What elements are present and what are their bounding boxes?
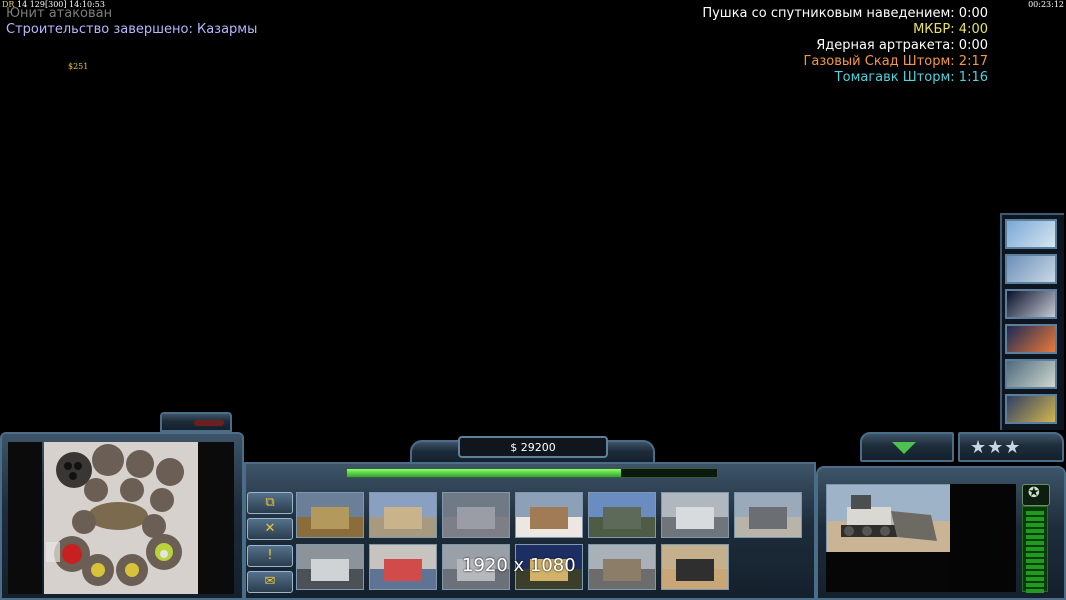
build-command-center-button[interactable] [296, 492, 364, 538]
alert-button[interactable]: ! [247, 545, 293, 567]
collapse-tab[interactable] [860, 432, 954, 462]
experience-segment [1026, 535, 1044, 539]
blast-power-button[interactable] [1005, 324, 1057, 354]
timer-value: 1:16 [958, 70, 988, 85]
timer-value: 4:00 [958, 22, 988, 37]
experience-segment [1026, 565, 1044, 569]
build-fire-base-button[interactable] [369, 544, 437, 590]
radar-right-pad [198, 442, 234, 594]
timer-label: Ядерная артракета: [816, 38, 955, 53]
general-powers-panel [1000, 213, 1064, 430]
build-airfield-button[interactable] [515, 492, 583, 538]
resolution-watermark: 1920 x 1080 [462, 555, 576, 576]
experience-segment [1026, 583, 1044, 587]
radar-left-pad [8, 442, 42, 594]
experience-segment [1026, 517, 1044, 521]
build-detention-camp-button[interactable] [588, 544, 656, 590]
power-bar-fill [347, 469, 621, 477]
experience-bar [1022, 506, 1048, 593]
radar-led [194, 420, 224, 426]
experience-segment [1026, 547, 1044, 551]
rank-stars-icon: ★★★ [970, 437, 1022, 458]
paradrop-power-button[interactable] [1005, 394, 1057, 424]
timer-label: Газовый Скад Шторм: [803, 54, 955, 69]
experience-segment [1026, 511, 1044, 515]
experience-segment [1026, 541, 1044, 545]
timer-row: Пушка со спутниковым наведением: 0:00 [702, 6, 988, 22]
experience-segment [1026, 589, 1044, 593]
timer-row: Томагавк Шторм: 1:16 [702, 70, 988, 86]
message-building: Казармы [196, 22, 258, 37]
arrow-down-icon [892, 442, 916, 454]
experience-segment [1026, 529, 1044, 533]
timer-label: Пушка со спутниковым наведением: [702, 6, 955, 21]
minimap-terrain [44, 442, 198, 594]
timer-row: Газовый Скад Шторм: 2:17 [702, 54, 989, 70]
radar-top-tab [160, 412, 232, 432]
repair-sell-button[interactable]: ✕ [247, 518, 293, 540]
build-supply-center-button[interactable] [661, 492, 729, 538]
floating-money-text: $251 [68, 62, 89, 71]
message-unit-attacked: Юнит атакован [6, 6, 113, 21]
unit-queue-area [826, 552, 950, 592]
unit-stats-area [950, 484, 1016, 592]
unit-portrait-dozer[interactable] [826, 484, 952, 554]
build-missile-battery-button[interactable] [588, 492, 656, 538]
power-bar [346, 468, 718, 478]
timer-value: 2:17 [958, 54, 988, 69]
star-icon: ✪ [1028, 485, 1040, 501]
build-barracks-button[interactable] [369, 492, 437, 538]
build-strategy-center-button[interactable] [734, 492, 802, 538]
build-scan-radar-button[interactable] [661, 544, 729, 590]
money-display: $ 29200 [458, 436, 608, 458]
chat-button[interactable]: ✉ [247, 571, 293, 593]
jet-fighter-power-button[interactable] [1005, 254, 1057, 284]
timer-value: 0:00 [958, 6, 988, 21]
message-construction-complete: Строительство завершено: Казармы [6, 22, 257, 37]
timer-label: Томагавк Шторм: [834, 70, 955, 85]
experience-segment [1026, 571, 1044, 575]
experience-segment [1026, 559, 1044, 563]
satellite-power-button[interactable] [1005, 289, 1057, 319]
timer-row: МКБР: 4:00 [702, 22, 988, 38]
stealth-bomber-power-button[interactable] [1005, 219, 1057, 249]
rank-badge: ✪ [1022, 484, 1050, 506]
experience-segment [1026, 523, 1044, 527]
game-clock: 00:23:12 [1028, 0, 1064, 9]
minimap[interactable] [44, 442, 198, 594]
experience-segment [1026, 577, 1044, 581]
experience-segment [1026, 553, 1044, 557]
timer-row: Ядерная артракета: 0:00 [702, 38, 988, 54]
general-promotion-tab[interactable]: ★★★ [958, 432, 1064, 462]
dozer-icon [827, 485, 951, 553]
build-war-factory-button[interactable] [442, 492, 510, 538]
timer-label: МКБР: [913, 22, 955, 37]
magnifier-power-button[interactable] [1005, 359, 1057, 389]
message-prefix: Строительство завершено: [6, 22, 193, 37]
superweapon-timers: Пушка со спутниковым наведением: 0:00 МКБ… [702, 6, 988, 86]
build-particle-cannon-button[interactable] [296, 544, 364, 590]
options-button[interactable]: ⧉ [247, 492, 293, 514]
timer-value: 0:00 [958, 38, 988, 53]
build-grid [294, 490, 806, 598]
